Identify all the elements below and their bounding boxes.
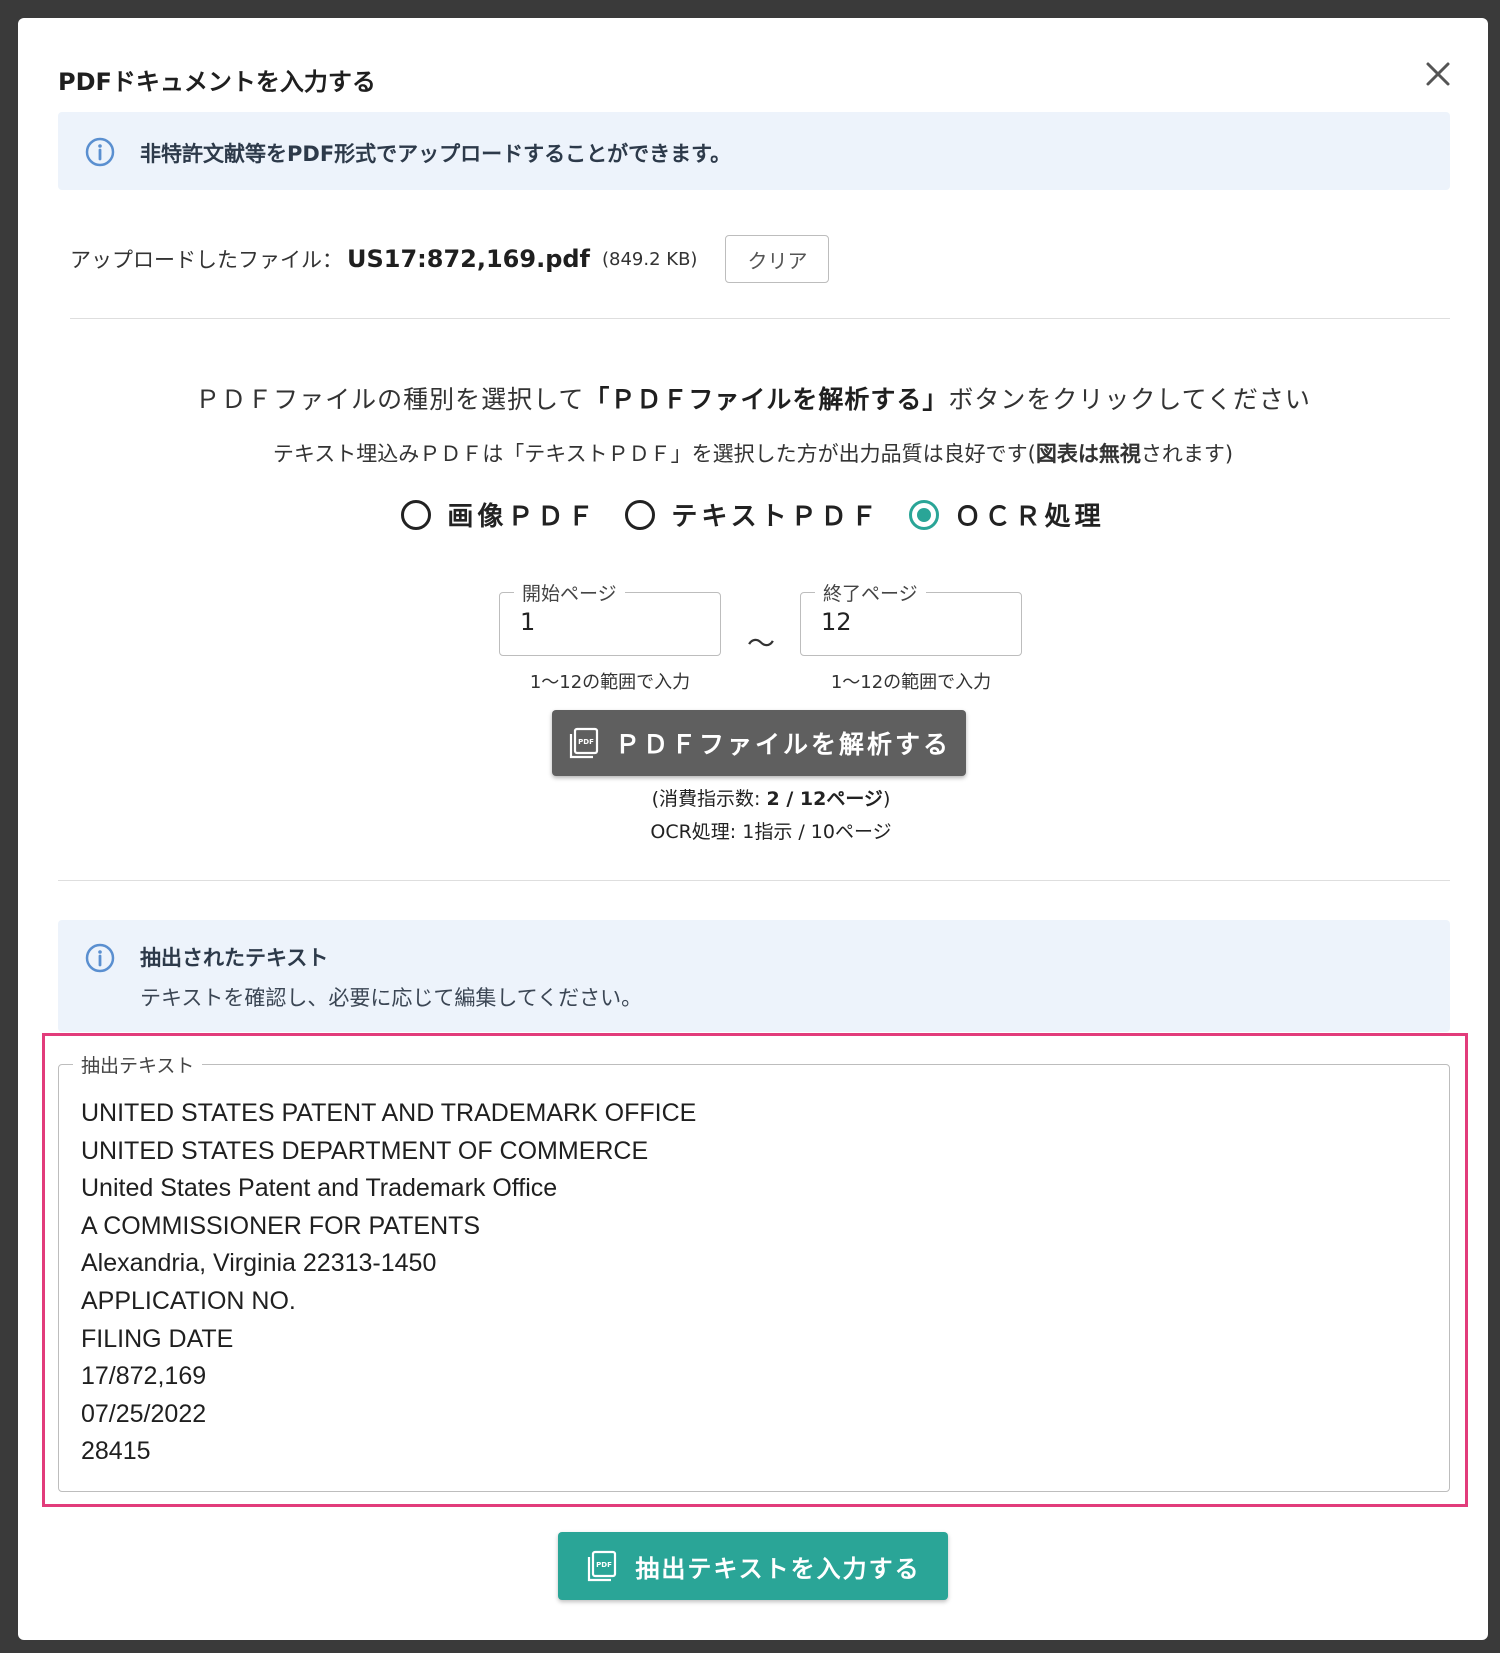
uploaded-file-size: (849.2 KB) [602, 248, 698, 270]
extracted-line: UNITED STATES DEPARTMENT OF COMMERCE [81, 1136, 649, 1165]
usage-detail: OCR処理: 1指示 / 10ページ [650, 821, 892, 843]
extracted-line: UNITED STATES PATENT AND TRADEMARK OFFIC… [81, 1099, 697, 1127]
instruction-text: ボタンをクリックしてください [948, 385, 1311, 414]
extracted-line: 17/872,169 [81, 1362, 207, 1391]
start-page-field[interactable]: 開始ページ [499, 579, 721, 656]
divider [58, 880, 1450, 881]
radio-label: テキストＰＤＦ [671, 502, 881, 532]
svg-text:PDF: PDF [596, 1561, 612, 1569]
usage-text: ) [882, 788, 891, 810]
instruction-text: ＰＤＦファイルの種別を選択して [195, 385, 585, 414]
pdf-input-dialog: PDFドキュメントを入力する 非特許文献等をPDF形式でアップロードすることがで… [18, 18, 1488, 1640]
radio-circle[interactable] [401, 499, 432, 530]
radio-text-pdf[interactable]: テキストＰＤＦ [625, 496, 880, 533]
start-page-input[interactable] [518, 607, 702, 637]
end-page-label: 終了ページ [815, 579, 926, 606]
divider [70, 318, 1450, 319]
clear-button[interactable]: クリア [725, 235, 830, 283]
end-page-helper: 1〜12の範囲で入力 [830, 672, 992, 693]
extracted-info-title: 抽出されたテキスト [140, 946, 329, 970]
extracted-line: Alexandria, Virginia 22313-1450 [81, 1249, 437, 1278]
extracted-text-legend: 抽出テキスト [73, 1051, 203, 1078]
uploaded-file-row: アップロードしたファイル： US17:872,169.pdf (849.2 KB… [70, 233, 830, 285]
extracted-line: 28415 [81, 1437, 151, 1466]
usage-count: (消費指示数: 2 / 12ページ) [36, 784, 1500, 811]
upload-info-banner: 非特許文献等をPDF形式でアップロードすることができます。 [58, 112, 1450, 190]
uploaded-file-name: US17:872,169.pdf [347, 245, 590, 273]
end-page-field[interactable]: 終了ページ [800, 579, 1022, 656]
instruction-line-1: ＰＤＦファイルの種別を選択して「ＰＤＦファイルを解析する」ボタンをクリックしてく… [18, 380, 1488, 416]
extracted-text-field[interactable]: 抽出テキスト UNITED STATES PATENT AND TRADEMAR… [58, 1051, 1450, 1492]
dialog-title: PDFドキュメントを入力する [58, 68, 376, 96]
radio-image-pdf[interactable]: 画像ＰＤＦ [401, 496, 597, 533]
usage-value: 2 / 12ページ [766, 788, 883, 810]
instruction-emphasis: 「ＰＤＦファイルを解析する」 [584, 385, 949, 414]
radio-ocr[interactable]: ＯＣＲ処理 [908, 496, 1105, 533]
submit-extracted-text-button[interactable]: PDF 抽出テキストを入力する [558, 1532, 948, 1600]
radio-circle-checked[interactable] [908, 499, 939, 530]
end-page-input[interactable] [819, 607, 1003, 637]
uploaded-file-label: アップロードしたファイル： [70, 248, 343, 272]
radio-label: ＯＣＲ処理 [954, 502, 1105, 532]
svg-text:PDF: PDF [578, 738, 594, 746]
start-page-helper: 1〜12の範囲で入力 [529, 672, 691, 693]
pdf-icon: PDF [569, 727, 599, 759]
submit-label: 抽出テキストを入力する [635, 1554, 921, 1583]
info-text: 非特許文献等をPDF形式でアップロードすることができます。 [140, 142, 732, 166]
close-button[interactable] [1418, 54, 1458, 94]
extracted-text-content[interactable]: UNITED STATES PATENT AND TRADEMARK OFFIC… [81, 1095, 696, 1471]
radio-label: 画像ＰＤＦ [447, 502, 598, 532]
extracted-line: APPLICATION NO. [81, 1286, 296, 1315]
pdf-icon: PDF [588, 1550, 617, 1582]
start-page-label: 開始ページ [514, 579, 625, 606]
analyze-pdf-label: ＰＤＦファイルを解析する [614, 730, 951, 759]
usage-text: (消費指示数: [651, 788, 767, 810]
instruction-line-2: テキスト埋込みＰＤＦは「テキストＰＤＦ」を選択した方が出力品質は良好です(図表は… [18, 438, 1488, 468]
extracted-info-banner: 抽出されたテキスト テキストを確認し、必要に応じて編集してください。 [58, 920, 1450, 1032]
pdf-type-radio-group: 画像ＰＤＦ テキストＰＤＦ ＯＣＲ処理 [18, 496, 1488, 533]
range-separator: 〜 [747, 627, 776, 660]
info-icon [85, 137, 115, 167]
instruction-text: テキスト埋込みＰＤＦは「テキストＰＤＦ」を選択した方が出力品質は良好です( [272, 442, 1036, 466]
extracted-info-subtitle: テキストを確認し、必要に応じて編集してください。 [140, 986, 643, 1010]
extracted-line: A COMMISSIONER FOR PATENTS [81, 1211, 481, 1240]
instruction-text: されます) [1140, 442, 1234, 466]
analyze-pdf-button[interactable]: PDF ＰＤＦファイルを解析する [552, 710, 966, 776]
radio-circle[interactable] [625, 499, 656, 530]
extracted-line: FILING DATE [81, 1324, 234, 1353]
info-icon [85, 943, 115, 973]
instruction-emphasis: 図表は無視 [1035, 442, 1141, 466]
extracted-line: United States Patent and Trademark Offic… [81, 1174, 558, 1203]
extracted-line: 07/25/2022 [81, 1399, 207, 1428]
close-icon [1426, 62, 1450, 86]
